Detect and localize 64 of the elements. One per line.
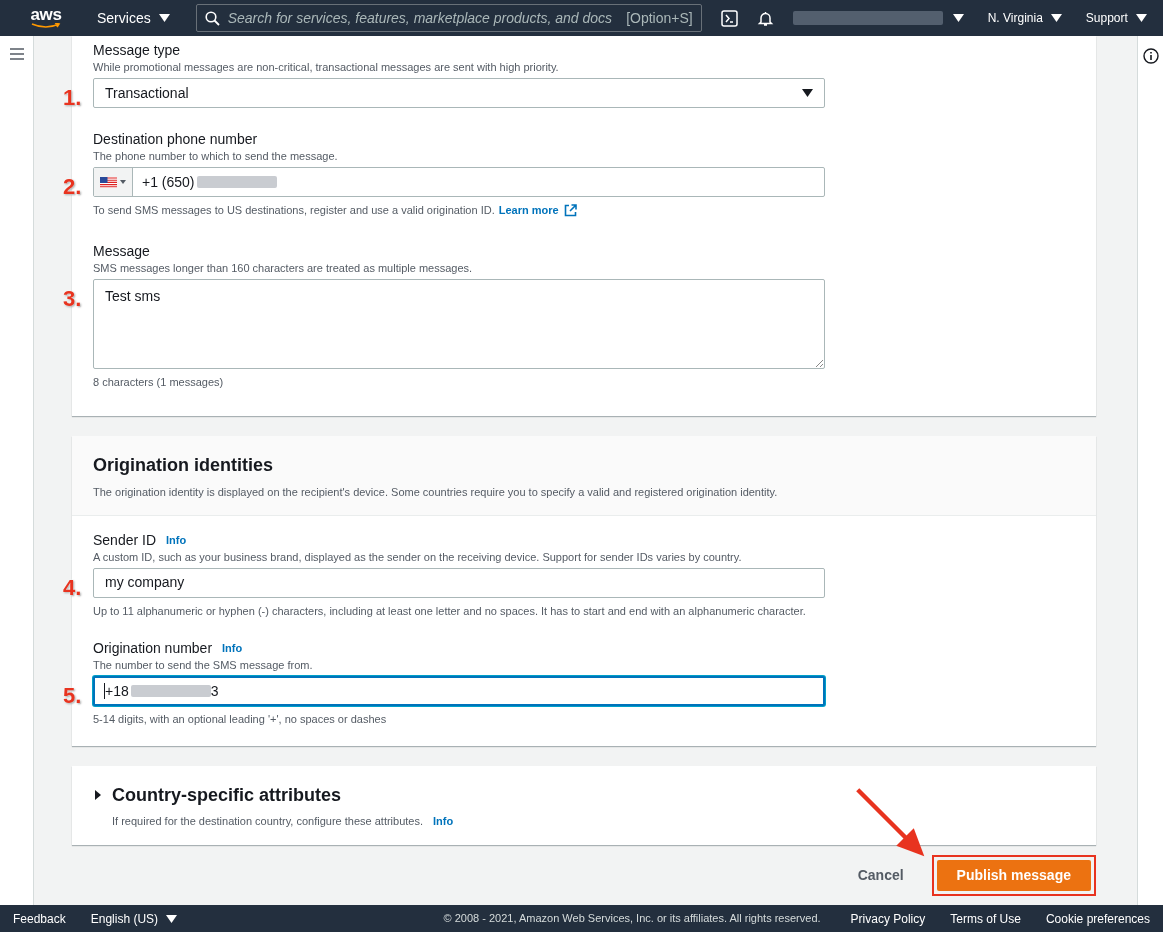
caret-icon <box>1135 14 1147 22</box>
caret-icon <box>952 14 964 22</box>
field-hint: Up to 11 alphanumeric or hyphen (-) characters, including at least one letter and no spaces. It has to start and end with an alphanumeric character. <box>93 603 806 619</box>
arrow-annotation <box>856 788 926 858</box>
section-title: Origination identities <box>93 454 274 477</box>
message-textarea[interactable]: Test sms <box>93 278 825 369</box>
caret-icon <box>120 180 126 184</box>
caret-icon <box>1050 14 1062 22</box>
field-label: Origination number <box>93 640 213 657</box>
section-description: The origination identity is displayed on the recipient's device. Some countries require you to specify a valid and registered origination identity. <box>93 485 779 500</box>
text-input[interactable]: +18 3 <box>93 676 825 706</box>
field-label: Message <box>93 242 150 260</box>
step-number: 2. <box>63 173 82 201</box>
field-description: The phone number to which to send the message. <box>93 149 339 163</box>
terminal-icon[interactable] <box>720 9 738 27</box>
info-link[interactable]: Info <box>433 812 454 829</box>
services-menu[interactable]: Services <box>97 7 170 29</box>
flag-icon <box>100 176 117 188</box>
field-description: While promotional messages are non-critical, transactional messages are sent with high priority. <box>93 60 560 74</box>
field-hint: 5-14 digits, with an optional leading '+', no spaces or dashes <box>93 712 387 727</box>
footer-link[interactable]: Cookie preferences <box>1045 909 1150 928</box>
shortcut-hint: [Option+S] <box>626 8 693 28</box>
dropdown[interactable]: Transactional <box>93 78 825 108</box>
field-description: The number to send the SMS message from. <box>93 658 314 672</box>
step-number: 3. <box>63 284 82 313</box>
text-input[interactable]: my company <box>93 567 825 598</box>
info-icon[interactable] <box>1142 48 1159 64</box>
info-link[interactable]: Info <box>166 531 187 549</box>
resize-handle-icon <box>815 358 823 367</box>
support-menu[interactable]: Support <box>1085 9 1147 27</box>
step-number: 5. <box>63 682 82 710</box>
field-description: A custom ID, such as your business brand, displayed as the sender on the receiving device. Support for sender IDs varies by country. <box>93 549 743 564</box>
field-description: SMS messages longer than 160 characters are treated as multiple messages. <box>93 260 474 275</box>
section-title: Country-specific attributes <box>112 783 342 807</box>
caret-icon <box>802 89 813 97</box>
cancel-button[interactable]: Cancel <box>857 865 904 886</box>
field-label: Message type <box>93 42 181 59</box>
text-cursor <box>104 683 105 699</box>
language-menu[interactable]: English (US) <box>90 909 178 928</box>
section-description: If required for the destination country, configure these attributes. <box>112 813 424 829</box>
external-link-icon <box>563 203 577 217</box>
info-link[interactable]: Info <box>222 640 243 657</box>
footer-link[interactable]: Privacy Policy <box>850 909 926 928</box>
menu-icon[interactable] <box>9 48 24 60</box>
field-label: Destination phone number <box>93 131 258 148</box>
field-hint: To send SMS messages to US destinations, register and use a valid origination ID. <box>93 203 495 218</box>
bell-icon[interactable] <box>756 9 774 27</box>
phone-input[interactable]: +1 (650) <box>93 167 825 197</box>
aws-logo[interactable]: aws <box>29 7 63 29</box>
region-menu[interactable]: N. Virginia <box>987 9 1062 27</box>
field-label: Sender ID <box>93 531 157 549</box>
field-hint: 8 characters (1 messages) <box>93 374 224 390</box>
expand-triangle-icon[interactable] <box>93 790 103 800</box>
feedback-link[interactable]: Feedback <box>13 909 66 928</box>
footer-link[interactable]: Terms of Use <box>950 909 1021 928</box>
caret-icon <box>158 14 170 22</box>
caret-icon <box>166 914 178 923</box>
learn-more-link[interactable]: Learn more <box>498 202 577 219</box>
step-number: 1. <box>63 84 82 112</box>
search-field[interactable]: Search for services, features, marketplace products, and docs [Option+S] <box>195 4 702 32</box>
search-icon <box>204 10 220 26</box>
country-code-dropdown[interactable] <box>94 168 133 196</box>
copyright-text: © 2008 - 2021, Amazon Web Services, Inc. or its affiliates. All rights reserved. <box>443 911 821 927</box>
step-number: 4. <box>63 573 82 602</box>
